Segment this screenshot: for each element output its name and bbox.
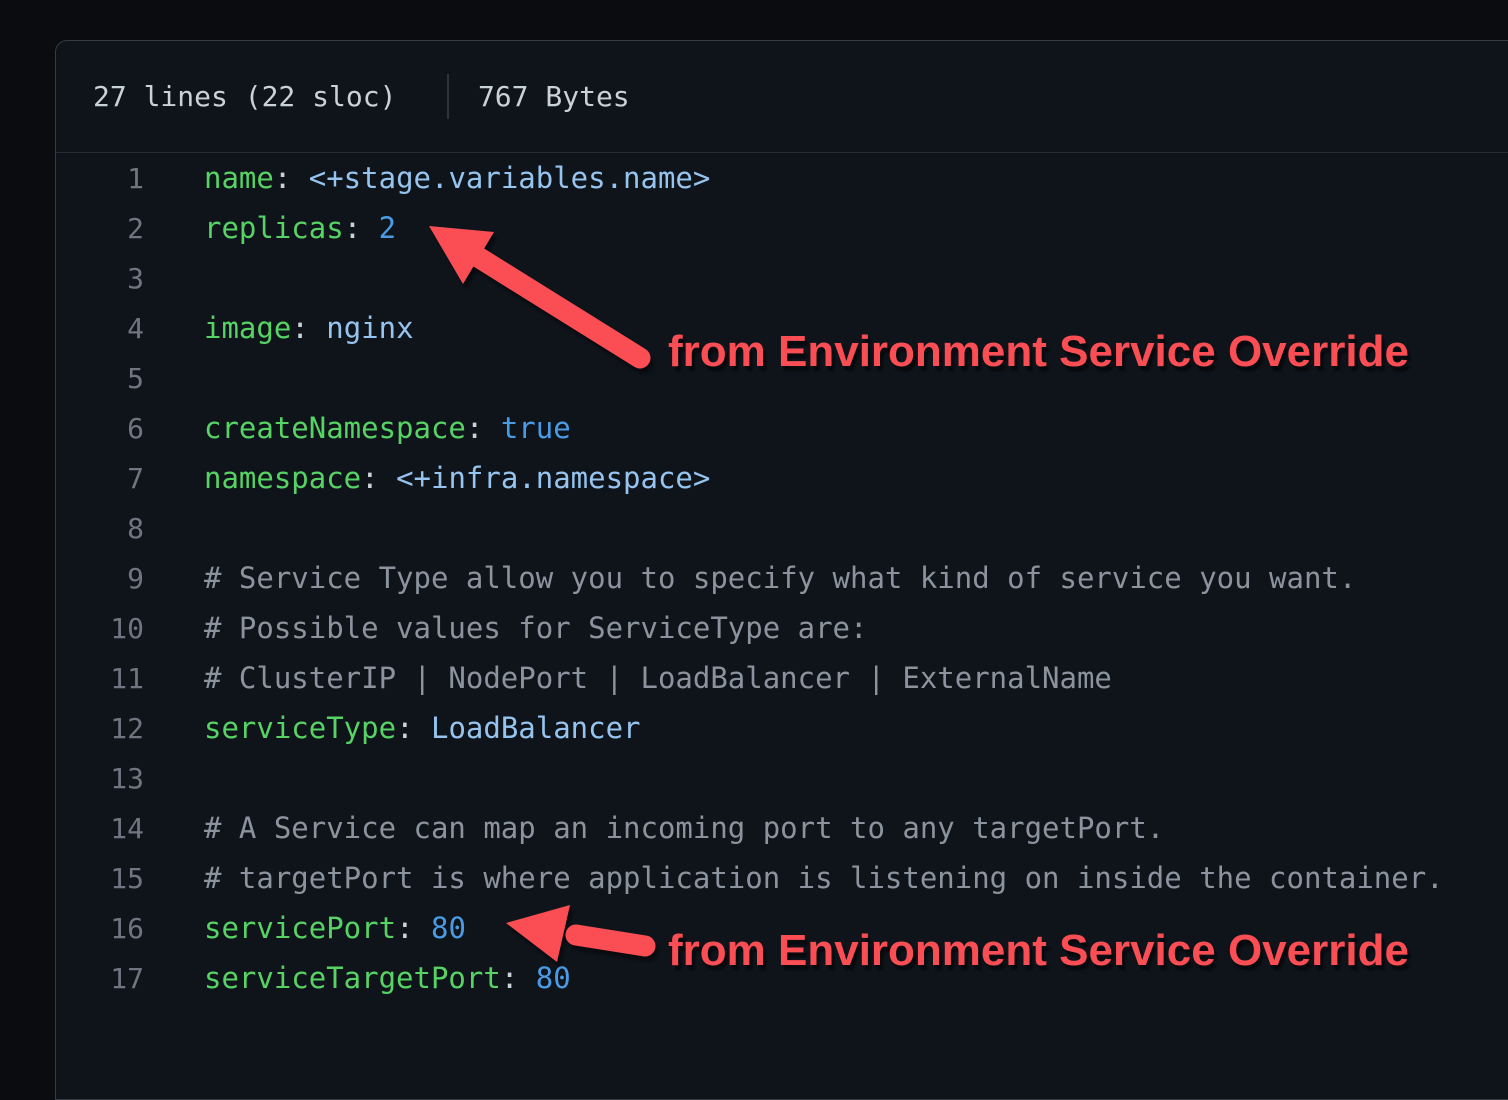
line-number[interactable]: 6 [56,412,144,445]
line-number[interactable]: 5 [56,362,144,395]
header-divider [447,74,449,119]
code-line: 9 # Service Type allow you to specify wha… [56,553,1508,603]
code-line: 1 name: <+stage.variables.name> [56,153,1508,203]
code-line: 3 [56,253,1508,303]
line-number[interactable]: 8 [56,512,144,545]
code-line: 2 replicas: 2 [56,203,1508,253]
code-line: 8 [56,503,1508,553]
file-size-info: 767 Bytes [478,80,630,113]
code-text: # targetPort is where application is lis… [204,861,1444,895]
line-number[interactable]: 3 [56,262,144,295]
code-line: 12 serviceType: LoadBalancer [56,703,1508,753]
line-number[interactable]: 9 [56,562,144,595]
line-number[interactable]: 14 [56,812,144,845]
line-number[interactable]: 17 [56,962,144,995]
code-line: 15 # targetPort is where application is l… [56,853,1508,903]
line-number[interactable]: 15 [56,862,144,895]
code-text: servicePort: 80 [204,911,466,945]
line-number[interactable]: 11 [56,662,144,695]
annotation-text-upper: from Environment Service Override [668,330,1409,374]
line-number[interactable]: 7 [56,462,144,495]
code-text: namespace: <+infra.namespace> [204,461,710,495]
line-number[interactable]: 2 [56,212,144,245]
line-number[interactable]: 10 [56,612,144,645]
code-line: 13 [56,753,1508,803]
code-text: # Possible values for ServiceType are: [204,611,867,645]
code-text: # ClusterIP | NodePort | LoadBalancer | … [204,661,1112,695]
line-number[interactable]: 12 [56,712,144,745]
code-text: serviceType: LoadBalancer [204,711,641,745]
line-number[interactable]: 1 [56,162,144,195]
code-text: createNamespace: true [204,411,571,445]
line-number[interactable]: 16 [56,912,144,945]
code-text: replicas: 2 [204,211,396,245]
code-line: 14 # A Service can map an incoming port t… [56,803,1508,853]
code-text: # Service Type allow you to specify what… [204,561,1356,595]
code-view: 1 name: <+stage.variables.name> 2 replicas:… [56,153,1508,1003]
code-text: name: <+stage.variables.name> [204,161,710,195]
code-line: 6 createNamespace: true [56,403,1508,453]
code-text: # A Service can map an incoming port to … [204,811,1164,845]
code-line: 11 # ClusterIP | NodePort | LoadBalancer … [56,653,1508,703]
annotation-text-lower: from Environment Service Override [668,929,1409,973]
code-line: 7 namespace: <+infra.namespace> [56,453,1508,503]
code-line: 10 # Possible values for ServiceType are: [56,603,1508,653]
code-text: serviceTargetPort: 80 [204,961,571,995]
file-header: 27 lines (22 sloc) 767 Bytes [56,41,1508,153]
code-text: image: nginx [204,311,414,345]
line-number[interactable]: 13 [56,762,144,795]
file-lines-info: 27 lines (22 sloc) [93,80,396,113]
line-number[interactable]: 4 [56,312,144,345]
